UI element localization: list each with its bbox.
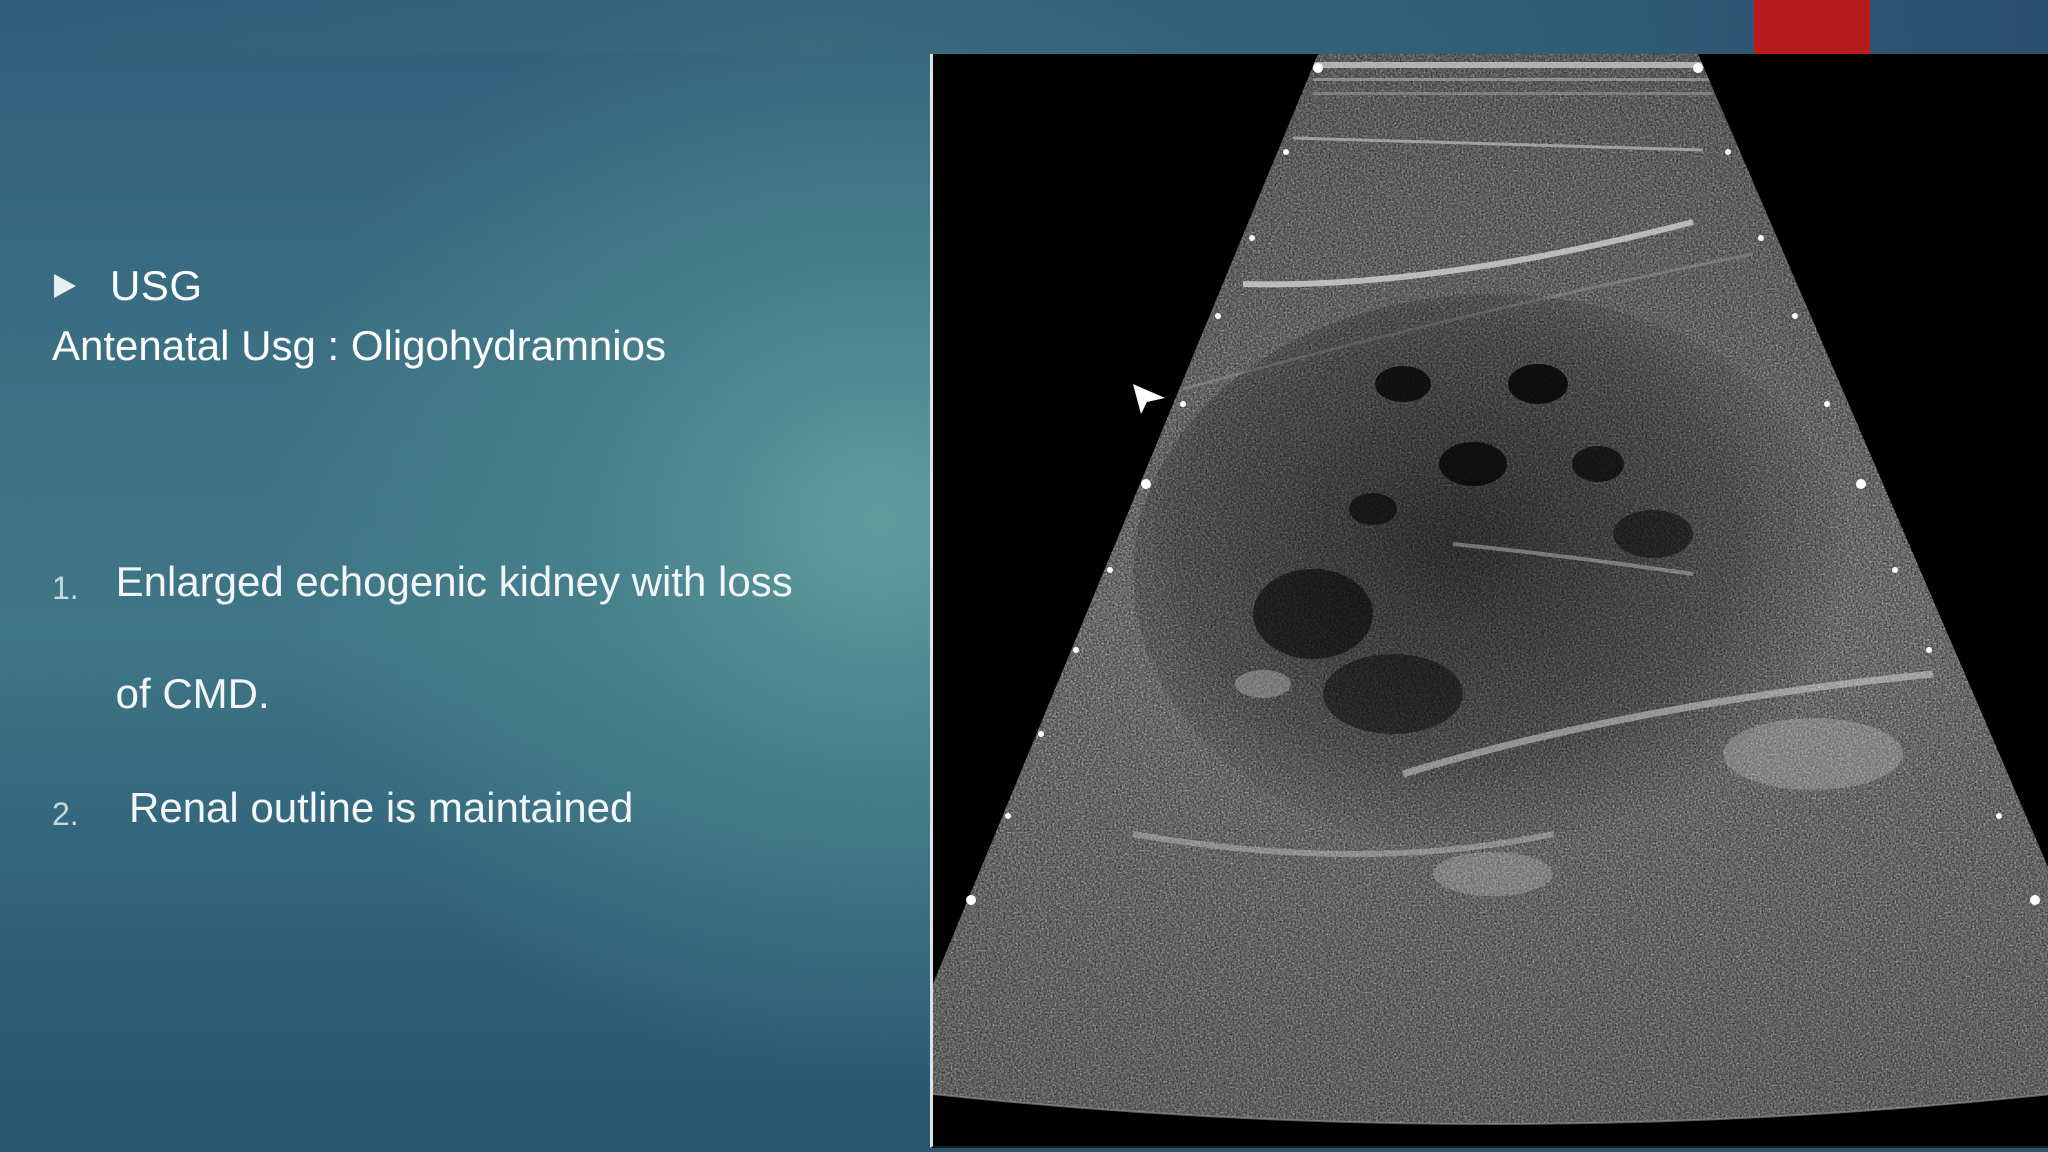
ultrasound-image [930,54,2048,1148]
list-item: 1. Enlarged echogenic kidney with loss o… [52,556,812,750]
numbered-list: 1. Enlarged echogenic kidney with loss o… [52,556,812,864]
arrowhead-pointer-icon [1133,384,1165,414]
ultrasound-scan-graphic [933,54,2048,1125]
accent-block [1754,0,1870,54]
heading-row: USG [54,262,203,310]
list-item-number: 1. [52,570,79,606]
triangle-bullet-icon [54,274,76,298]
list-item-number: 2. [52,796,79,832]
top-band [0,0,2048,54]
slide-subheading: Antenatal Usg : Oligohydramnios [52,322,666,369]
list-item-text: Enlarged echogenic kidney with loss of C… [115,558,793,717]
list-item-text: Renal outline is maintained [129,784,634,831]
list-item: 2. Renal outline is maintained [52,782,812,864]
slide-heading: USG [110,262,203,309]
